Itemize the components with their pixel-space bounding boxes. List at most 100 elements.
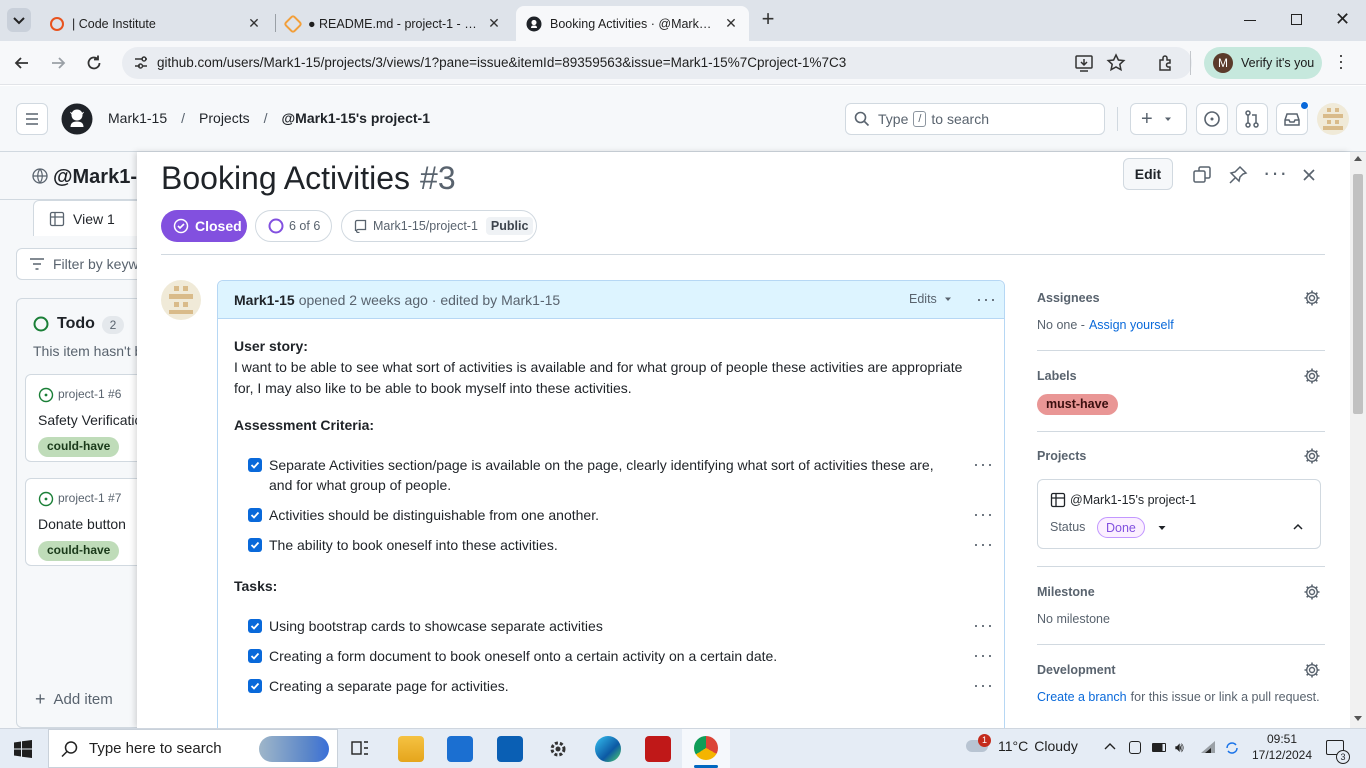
scroll-up-arrow[interactable] bbox=[1354, 156, 1362, 161]
gear-icon[interactable] bbox=[1303, 583, 1321, 601]
tab-search-button[interactable] bbox=[7, 8, 31, 32]
outlook-icon[interactable] bbox=[497, 736, 523, 762]
breadcrumb-projects[interactable]: Projects bbox=[199, 110, 250, 126]
sync-icon[interactable] bbox=[1224, 740, 1240, 756]
task-checkbox[interactable] bbox=[248, 619, 262, 633]
task-checkbox[interactable] bbox=[248, 538, 262, 552]
task-options-icon[interactable]: ··· bbox=[973, 455, 994, 473]
visibility-badge: Public bbox=[485, 217, 534, 235]
scroll-down-arrow[interactable] bbox=[1354, 716, 1362, 721]
pull-requests-button[interactable] bbox=[1236, 103, 1268, 135]
check-icon bbox=[250, 652, 260, 660]
new-tab-button[interactable]: + bbox=[758, 6, 778, 32]
clock[interactable]: 09:51 17/12/2024 bbox=[1246, 731, 1318, 763]
gear-icon[interactable] bbox=[1303, 367, 1321, 385]
panel-scrollbar[interactable] bbox=[1350, 152, 1366, 728]
browser-tab-active[interactable]: Booking Activities · @Mark1-15 ✕ bbox=[516, 6, 749, 41]
repository-pill[interactable]: Mark1-15/project-1 Public bbox=[341, 210, 537, 242]
taskbar-search-input[interactable]: Type here to search bbox=[48, 729, 338, 768]
assign-yourself-link[interactable]: Assign yourself bbox=[1089, 318, 1174, 332]
close-panel-icon[interactable] bbox=[1297, 163, 1321, 187]
url-text: github.com/users/Mark1-15/projects/3/vie… bbox=[157, 55, 847, 70]
project-link[interactable]: @Mark1-15's project-1 bbox=[1070, 493, 1196, 507]
gear-icon[interactable] bbox=[1303, 661, 1321, 679]
meet-now-icon[interactable] bbox=[1129, 741, 1141, 754]
close-icon[interactable]: ✕ bbox=[486, 15, 502, 32]
gear-icon[interactable] bbox=[1303, 289, 1321, 307]
settings-gear-icon[interactable] bbox=[546, 737, 570, 761]
breadcrumb-owner[interactable]: Mark1-15 bbox=[108, 110, 167, 126]
edits-dropdown[interactable]: Edits bbox=[909, 292, 953, 306]
task-checkbox[interactable] bbox=[248, 458, 262, 472]
card-title[interactable]: Safety Verificatio bbox=[38, 412, 142, 428]
comment-author[interactable]: Mark1-15 bbox=[234, 292, 295, 308]
browser-tab[interactable]: | Code Institute ✕ bbox=[40, 6, 272, 41]
battery-icon[interactable] bbox=[1152, 743, 1166, 752]
author-avatar[interactable] bbox=[161, 280, 201, 320]
task-checkbox[interactable] bbox=[248, 508, 262, 522]
task-options-icon[interactable]: ··· bbox=[973, 616, 994, 634]
search-input[interactable]: Type / to search bbox=[845, 103, 1105, 135]
breadcrumb-project[interactable]: @Mark1-15's project-1 bbox=[282, 110, 430, 126]
back-icon[interactable] bbox=[12, 53, 32, 73]
install-app-icon[interactable] bbox=[1074, 53, 1094, 73]
menu-button[interactable] bbox=[16, 103, 48, 135]
reload-icon[interactable] bbox=[84, 53, 104, 73]
view-tab[interactable]: View 1 bbox=[33, 200, 143, 236]
file-explorer-icon[interactable] bbox=[398, 736, 424, 762]
edge-icon[interactable] bbox=[595, 736, 621, 762]
scrollbar-thumb[interactable] bbox=[1353, 174, 1363, 414]
comment-options-icon[interactable]: ··· bbox=[976, 290, 997, 308]
open-in-new-tab-icon[interactable] bbox=[1190, 163, 1214, 187]
task-checkbox[interactable] bbox=[248, 679, 262, 693]
create-new-button[interactable]: + bbox=[1130, 103, 1187, 135]
gear-icon[interactable] bbox=[1303, 447, 1321, 465]
weather-widget[interactable]: 1 11°C Cloudy bbox=[966, 734, 1078, 754]
close-icon[interactable]: ✕ bbox=[723, 15, 739, 32]
close-window-icon[interactable]: ✕ bbox=[1335, 9, 1350, 30]
github-logo-icon[interactable] bbox=[61, 103, 93, 135]
mcafee-icon[interactable] bbox=[645, 736, 671, 762]
microsoft-store-icon[interactable] bbox=[447, 736, 473, 762]
board-card[interactable]: project-1 #7 Donate button could-have bbox=[25, 478, 155, 566]
browser-tab[interactable]: ● README.md - project-1 - Gitp ✕ bbox=[276, 6, 512, 41]
task-options-icon[interactable]: ··· bbox=[973, 505, 994, 523]
task-progress-pill[interactable]: 6 of 6 bbox=[255, 210, 332, 242]
more-options-icon[interactable]: ··· bbox=[1263, 162, 1288, 184]
user-avatar[interactable] bbox=[1317, 103, 1349, 135]
status-dropdown[interactable]: Done bbox=[1097, 517, 1167, 538]
windows-start-icon[interactable] bbox=[14, 740, 32, 758]
forward-icon[interactable] bbox=[48, 53, 68, 73]
pin-icon[interactable] bbox=[1226, 163, 1250, 187]
extensions-icon[interactable] bbox=[1156, 53, 1176, 73]
task-view-icon[interactable] bbox=[350, 738, 370, 758]
minimize-icon[interactable] bbox=[1244, 20, 1256, 21]
issues-button[interactable] bbox=[1196, 103, 1228, 135]
chrome-taskbar-item[interactable] bbox=[682, 729, 730, 768]
bookmark-star-icon[interactable] bbox=[1106, 53, 1126, 73]
card-title[interactable]: Donate button bbox=[38, 516, 126, 532]
status-circle-icon bbox=[33, 316, 49, 332]
site-info-icon[interactable] bbox=[132, 54, 150, 72]
label-pill[interactable]: must-have bbox=[1037, 394, 1118, 415]
volume-icon[interactable]: 🔊︎ bbox=[1175, 739, 1184, 756]
view-tab-label: View 1 bbox=[73, 210, 115, 227]
create-branch-link[interactable]: Create a branch bbox=[1037, 690, 1127, 704]
chevron-up-icon[interactable] bbox=[1290, 519, 1306, 535]
task-options-icon[interactable]: ··· bbox=[973, 535, 994, 553]
task-options-icon[interactable]: ··· bbox=[973, 676, 994, 694]
close-icon[interactable]: ✕ bbox=[246, 15, 262, 32]
edit-title-button[interactable]: Edit bbox=[1123, 158, 1173, 190]
filter-input[interactable]: Filter by keyw bbox=[16, 248, 146, 280]
wifi-icon[interactable] bbox=[1200, 740, 1216, 756]
verify-profile-button[interactable]: M Verify it's you bbox=[1204, 47, 1322, 79]
chrome-menu-icon[interactable]: · · · bbox=[1338, 46, 1344, 76]
add-item-button[interactable]: + Add item bbox=[35, 689, 113, 710]
chevron-down-icon bbox=[13, 17, 25, 25]
chrome-icon bbox=[694, 736, 718, 760]
chevron-up-icon[interactable] bbox=[1103, 740, 1117, 754]
task-options-icon[interactable]: ··· bbox=[973, 646, 994, 664]
restore-icon[interactable] bbox=[1291, 14, 1302, 25]
board-card[interactable]: project-1 #6 Safety Verificatio could-ha… bbox=[25, 374, 155, 462]
task-checkbox[interactable] bbox=[248, 649, 262, 663]
